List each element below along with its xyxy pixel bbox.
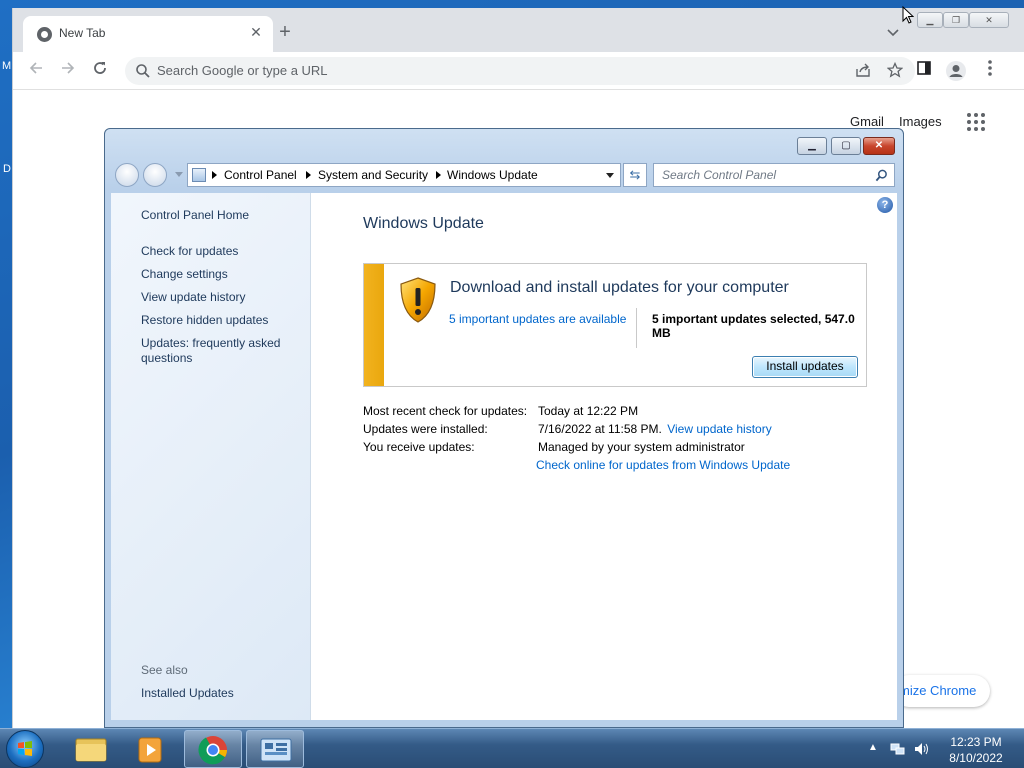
updates-faq-link[interactable]: Updates: frequently asked questions (141, 336, 291, 366)
star-icon[interactable] (886, 61, 904, 81)
change-settings-link[interactable]: Change settings (141, 267, 301, 282)
control-panel-home-link[interactable]: Control Panel Home (141, 208, 301, 223)
warning-stripe (364, 264, 384, 386)
search-icon[interactable] (875, 169, 888, 182)
clock-time[interactable]: 12:23 PM (946, 735, 1006, 749)
volume-icon[interactable] (914, 742, 928, 756)
network-icon[interactable] (890, 742, 905, 756)
check-online-link[interactable]: Check online for updates from Windows Up… (536, 458, 790, 472)
minimize-button[interactable]: ▁ (917, 12, 943, 28)
breadcrumb-arrow-icon[interactable] (436, 171, 441, 179)
windows-logo-icon (18, 741, 32, 756)
tab-new-tab[interactable]: New Tab ✕ (23, 16, 273, 52)
installed-label: Updates were installed: (363, 422, 488, 436)
media-player-taskbar-button[interactable] (122, 730, 180, 768)
view-update-history-inline-link[interactable]: View update history (667, 422, 772, 436)
back-arrow-icon[interactable] (25, 60, 47, 82)
important-updates-link[interactable]: 5 important updates are available (449, 312, 626, 326)
help-icon[interactable]: ? (877, 197, 893, 213)
search-placeholder: Search Control Panel (662, 168, 777, 182)
install-updates-button[interactable]: Install updates (752, 356, 858, 378)
chrome-tab-bar: New Tab ✕ + ▁ ❐ ✕ (13, 8, 1024, 52)
new-tab-button[interactable]: + (275, 22, 295, 42)
receive-updates-label: You receive updates: (363, 440, 475, 454)
control-panel-taskbar-button[interactable] (246, 730, 304, 768)
restore-hidden-updates-link[interactable]: Restore hidden updates (141, 313, 301, 328)
close-button[interactable]: ✕ (969, 12, 1009, 28)
panel-divider (636, 308, 637, 348)
omnibox-placeholder: Search Google or type a URL (157, 63, 328, 78)
recent-pages-chevron-icon[interactable] (175, 172, 183, 177)
customize-chrome-label: mize Chrome (899, 683, 977, 698)
breadcrumb-system-security[interactable]: System and Security (318, 168, 428, 182)
breadcrumb-windows-update[interactable]: Windows Update (447, 168, 538, 182)
recent-check-value: Today at 12:22 PM (538, 404, 639, 418)
clock-date[interactable]: 8/10/2022 (946, 751, 1006, 765)
explorer-taskbar-button[interactable] (62, 730, 120, 768)
images-link[interactable]: Images (899, 114, 942, 129)
chrome-taskbar-button[interactable] (184, 730, 242, 768)
chrome-menu-icon[interactable] (979, 60, 1001, 82)
share-icon[interactable] (855, 62, 871, 81)
desktop-label-2: D (3, 163, 11, 175)
page-title: Windows Update (363, 215, 484, 232)
restore-button[interactable]: ❐ (943, 12, 969, 28)
chrome-toolbar: Search Google or type a URL (13, 52, 1024, 90)
update-heading: Download and install updates for your co… (450, 279, 789, 296)
back-button[interactable] (115, 163, 139, 187)
update-status-panel: Download and install updates for your co… (363, 263, 867, 387)
google-apps-icon[interactable] (967, 113, 985, 131)
profile-icon[interactable] (945, 60, 967, 82)
breadcrumb-arrow-icon[interactable] (306, 171, 311, 179)
customize-chrome-button[interactable]: mize Chrome (893, 675, 991, 707)
installed-updates-link[interactable]: Installed Updates (141, 686, 301, 701)
cp-navigation-bar: Control Panel System and Security Window… (113, 163, 897, 187)
cp-maximize-button[interactable]: ▢ (831, 137, 861, 155)
receive-updates-value: Managed by your system administrator (538, 440, 745, 454)
view-update-history-link[interactable]: View update history (141, 290, 301, 305)
tab-search-chevron-icon[interactable] (887, 26, 899, 40)
side-panel-icon[interactable] (913, 60, 935, 82)
desktop-label-1: M (2, 60, 12, 72)
see-also-heading: See also (141, 663, 188, 677)
check-for-updates-link[interactable]: Check for updates (141, 244, 301, 259)
show-hidden-icons-icon[interactable]: ▲ (868, 742, 882, 756)
start-button[interactable] (6, 730, 44, 768)
recent-check-label: Most recent check for updates: (363, 404, 528, 418)
folder-icon (75, 738, 107, 762)
reload-icon[interactable] (89, 60, 111, 82)
address-dropdown-icon[interactable] (606, 173, 614, 178)
shield-warning-icon (400, 277, 436, 323)
installed-date: 7/16/2022 at 11:58 PM. (538, 422, 662, 436)
address-bar[interactable]: Control Panel System and Security Window… (187, 163, 621, 187)
cp-sidebar: Control Panel Home Check for updates Cha… (111, 193, 311, 720)
gmail-link[interactable]: Gmail (850, 114, 884, 129)
search-control-panel-input[interactable]: Search Control Panel (653, 163, 895, 187)
media-player-icon (138, 737, 162, 763)
refresh-icon[interactable]: ⇆ (623, 163, 647, 187)
control-panel-window: ▁ ▢ ✕ Control Panel System and Security … (104, 128, 904, 728)
chrome-favicon-icon (37, 27, 52, 42)
installed-value: 7/16/2022 at 11:58 PM. View update histo… (538, 422, 772, 436)
tab-title: New Tab (59, 26, 106, 40)
taskbar: ▲ 12:23 PM 8/10/2022 (0, 728, 1024, 768)
cp-body: Control Panel Home Check for updates Cha… (111, 193, 897, 720)
forward-button[interactable] (143, 163, 167, 187)
control-panel-icon (192, 168, 206, 182)
forward-arrow-icon[interactable] (57, 60, 79, 82)
omnibox[interactable]: Search Google or type a URL (125, 57, 915, 85)
tab-close-icon[interactable]: ✕ (247, 23, 265, 41)
cp-main-content: ? Windows Update Download and install up… (311, 193, 897, 720)
selected-updates-summary: 5 important updates selected, 547.0 MB (652, 312, 855, 340)
breadcrumb-control-panel[interactable]: Control Panel (224, 168, 297, 182)
breadcrumb-arrow-icon[interactable] (212, 171, 217, 179)
search-icon (136, 64, 150, 78)
mouse-cursor-icon (902, 5, 915, 27)
chrome-icon (198, 736, 227, 765)
cp-close-button[interactable]: ✕ (863, 137, 895, 155)
cp-minimize-button[interactable]: ▁ (797, 137, 827, 155)
control-panel-icon (260, 738, 292, 762)
